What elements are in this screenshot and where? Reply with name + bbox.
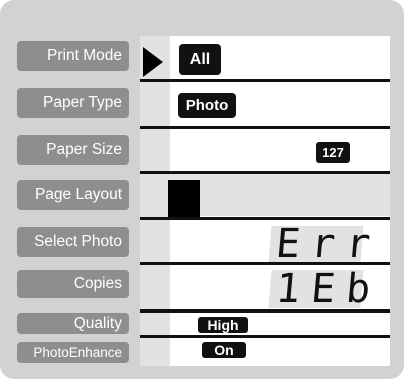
row-separator [140, 79, 390, 82]
page-layout-button[interactable]: Page Layout [17, 180, 129, 210]
paper-type-value: Photo [178, 93, 236, 118]
print-mode-button[interactable]: Print Mode [17, 41, 129, 71]
select-photo-lcd: Err [268, 221, 383, 267]
paper-size-value: 127 [316, 142, 350, 163]
row-separator [140, 126, 390, 129]
paper-type-button[interactable]: Paper Type [17, 88, 129, 118]
quality-button[interactable]: Quality [17, 313, 129, 334]
triangle-pointer-icon [143, 47, 163, 77]
copies-button[interactable]: Copies [17, 270, 129, 298]
layout-block-icon [168, 180, 200, 217]
copies-lcd: 1Eb [268, 266, 383, 312]
row-separator [140, 335, 390, 338]
row-separator [140, 217, 390, 220]
print-mode-value: All [179, 44, 221, 75]
photo-enhance-value: On [202, 342, 246, 358]
quality-value: High [198, 317, 248, 333]
photo-enhance-button[interactable]: PhotoEnhance [17, 342, 129, 363]
paper-size-button[interactable]: Paper Size [17, 135, 129, 165]
lcd-screen: All Photo 127 Err 1Eb High On [140, 36, 390, 366]
select-photo-button[interactable]: Select Photo [17, 227, 129, 257]
row-separator [140, 171, 390, 174]
